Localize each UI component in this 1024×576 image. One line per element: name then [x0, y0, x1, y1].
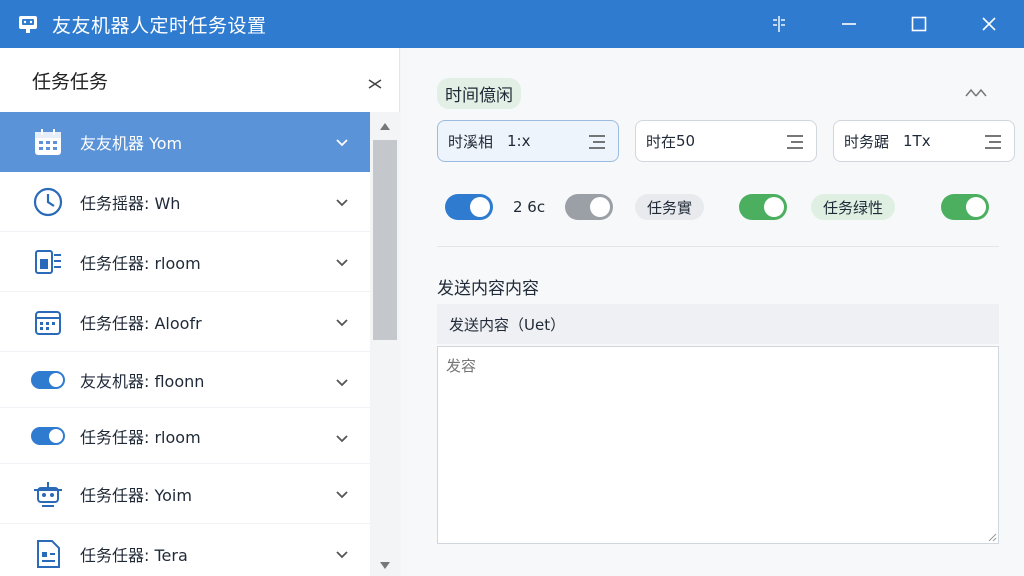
task-item[interactable]: 任务任器: Tera — [0, 524, 370, 576]
task-item[interactable]: 任务任器: Yoim — [0, 464, 370, 524]
select-value: 1Tx — [903, 132, 931, 150]
close-button[interactable] — [954, 0, 1024, 48]
task-item[interactable]: 任务摇器: Wh — [0, 172, 370, 232]
maximize-icon — [911, 16, 927, 32]
content-field-label: 发送内容（Uet） — [437, 304, 999, 344]
time-select-2[interactable]: 时在 50 — [635, 120, 817, 162]
chevron-down-icon[interactable] — [334, 374, 350, 390]
select-value: 1:x — [507, 132, 531, 150]
sidebar-scrollbar[interactable] — [370, 112, 400, 576]
chevron-up-double-icon[interactable] — [964, 86, 988, 98]
chevron-down-icon[interactable] — [334, 134, 350, 150]
task-item-label: 友友机器: floonn — [80, 371, 205, 391]
scroll-down-arrow-icon[interactable] — [378, 558, 392, 572]
menu-lines-icon — [589, 135, 605, 149]
sidebar-header: 任务任务 — [0, 48, 399, 112]
toggle-switch-2[interactable] — [565, 194, 613, 220]
chevron-down-icon[interactable] — [334, 194, 350, 210]
close-icon — [982, 17, 996, 31]
chevron-down-icon[interactable] — [334, 486, 350, 502]
toggle-switch-3[interactable] — [739, 194, 787, 220]
title-bar: 友友机器人定时任务设置 — [0, 0, 1024, 48]
select-label: 时在 — [646, 132, 677, 151]
document-list-icon — [30, 244, 66, 280]
time-section-title: 时间億闲 — [437, 78, 521, 109]
toggle-switch-1[interactable] — [445, 194, 493, 220]
menu-lines-icon — [787, 135, 803, 149]
robot-icon — [30, 476, 66, 512]
minimize-icon — [842, 23, 856, 25]
calendar-icon — [30, 304, 66, 340]
task-item[interactable]: 任务任器: rloom — [0, 408, 370, 464]
task-item-label: 任务任器: Tera — [80, 545, 188, 565]
chevron-down-icon[interactable] — [334, 314, 350, 330]
option-chip-1[interactable]: 任务實 — [635, 194, 705, 220]
scroll-thumb[interactable] — [373, 140, 397, 340]
collapse-sidebar-icon[interactable] — [367, 76, 383, 92]
clock-icon — [30, 184, 66, 220]
chevron-down-icon[interactable] — [334, 546, 350, 562]
robot-app-icon — [19, 16, 37, 33]
calendar-icon — [30, 124, 66, 160]
toggle-icon — [30, 418, 66, 454]
message-content-textarea[interactable] — [437, 346, 999, 544]
sidebar-title: 任务任务 — [32, 70, 109, 93]
settings-panel: 时间億闲 时溪相 1:x 时在 50 时务踞 1Tx 2 6c 任务實 任务绿性… — [401, 48, 1024, 576]
task-item-label: 任务任器: Yoim — [80, 485, 192, 505]
task-item-label: 任务摇器: Wh — [80, 193, 181, 213]
chevron-down-icon[interactable] — [334, 254, 350, 270]
pin-icon — [773, 16, 785, 32]
task-item[interactable]: 友友机器: floonn — [0, 352, 370, 408]
option-chip-2[interactable]: 任务绿性 — [811, 194, 896, 220]
task-sidebar: 任务任务 友友机器 Yom 任务摇器: Wh 任务任器: rloom 任务任器:… — [0, 48, 400, 576]
time-select-3[interactable]: 时务踞 1Tx — [833, 120, 1015, 162]
toggle-1-text: 2 6c — [513, 198, 546, 216]
task-list: 友友机器 Yom 任务摇器: Wh 任务任器: rloom 任务任器: Aloo… — [0, 112, 370, 576]
time-select-1[interactable]: 时溪相 1:x — [437, 120, 619, 162]
maximize-button[interactable] — [884, 0, 954, 48]
options-row: 2 6c 任务實 任务绿性 — [445, 194, 995, 222]
resize-grip-icon[interactable] — [987, 532, 997, 542]
select-label: 时溪相 — [448, 132, 494, 151]
task-item-label: 任务任器: rloom — [80, 427, 201, 447]
select-value: 50 — [676, 132, 696, 150]
task-item-label: 任务任器: rloom — [80, 253, 201, 273]
task-item[interactable]: 任务任器: rloom — [0, 232, 370, 292]
toggle-icon — [30, 362, 66, 398]
task-item-label: 友友机器 Yom — [80, 134, 183, 153]
task-item[interactable]: 任务任器: Aloofr — [0, 292, 370, 352]
content-section-title: 发送内容内容 — [437, 279, 539, 299]
minimize-button[interactable] — [814, 0, 884, 48]
scroll-up-arrow-icon[interactable] — [378, 120, 392, 134]
task-item-label: 任务任器: Aloofr — [80, 313, 202, 333]
chevron-down-icon[interactable] — [334, 430, 350, 446]
window-title: 友友机器人定时任务设置 — [52, 14, 267, 37]
divider — [437, 246, 999, 247]
select-label: 时务踞 — [844, 132, 890, 151]
time-inputs-row: 时溪相 1:x 时在 50 时务踞 1Tx — [437, 120, 1015, 162]
menu-lines-icon — [985, 135, 1001, 149]
document-icon — [30, 536, 66, 572]
task-item[interactable]: 友友机器 Yom — [0, 112, 370, 172]
pin-button[interactable] — [744, 0, 814, 48]
toggle-switch-4[interactable] — [941, 194, 989, 220]
